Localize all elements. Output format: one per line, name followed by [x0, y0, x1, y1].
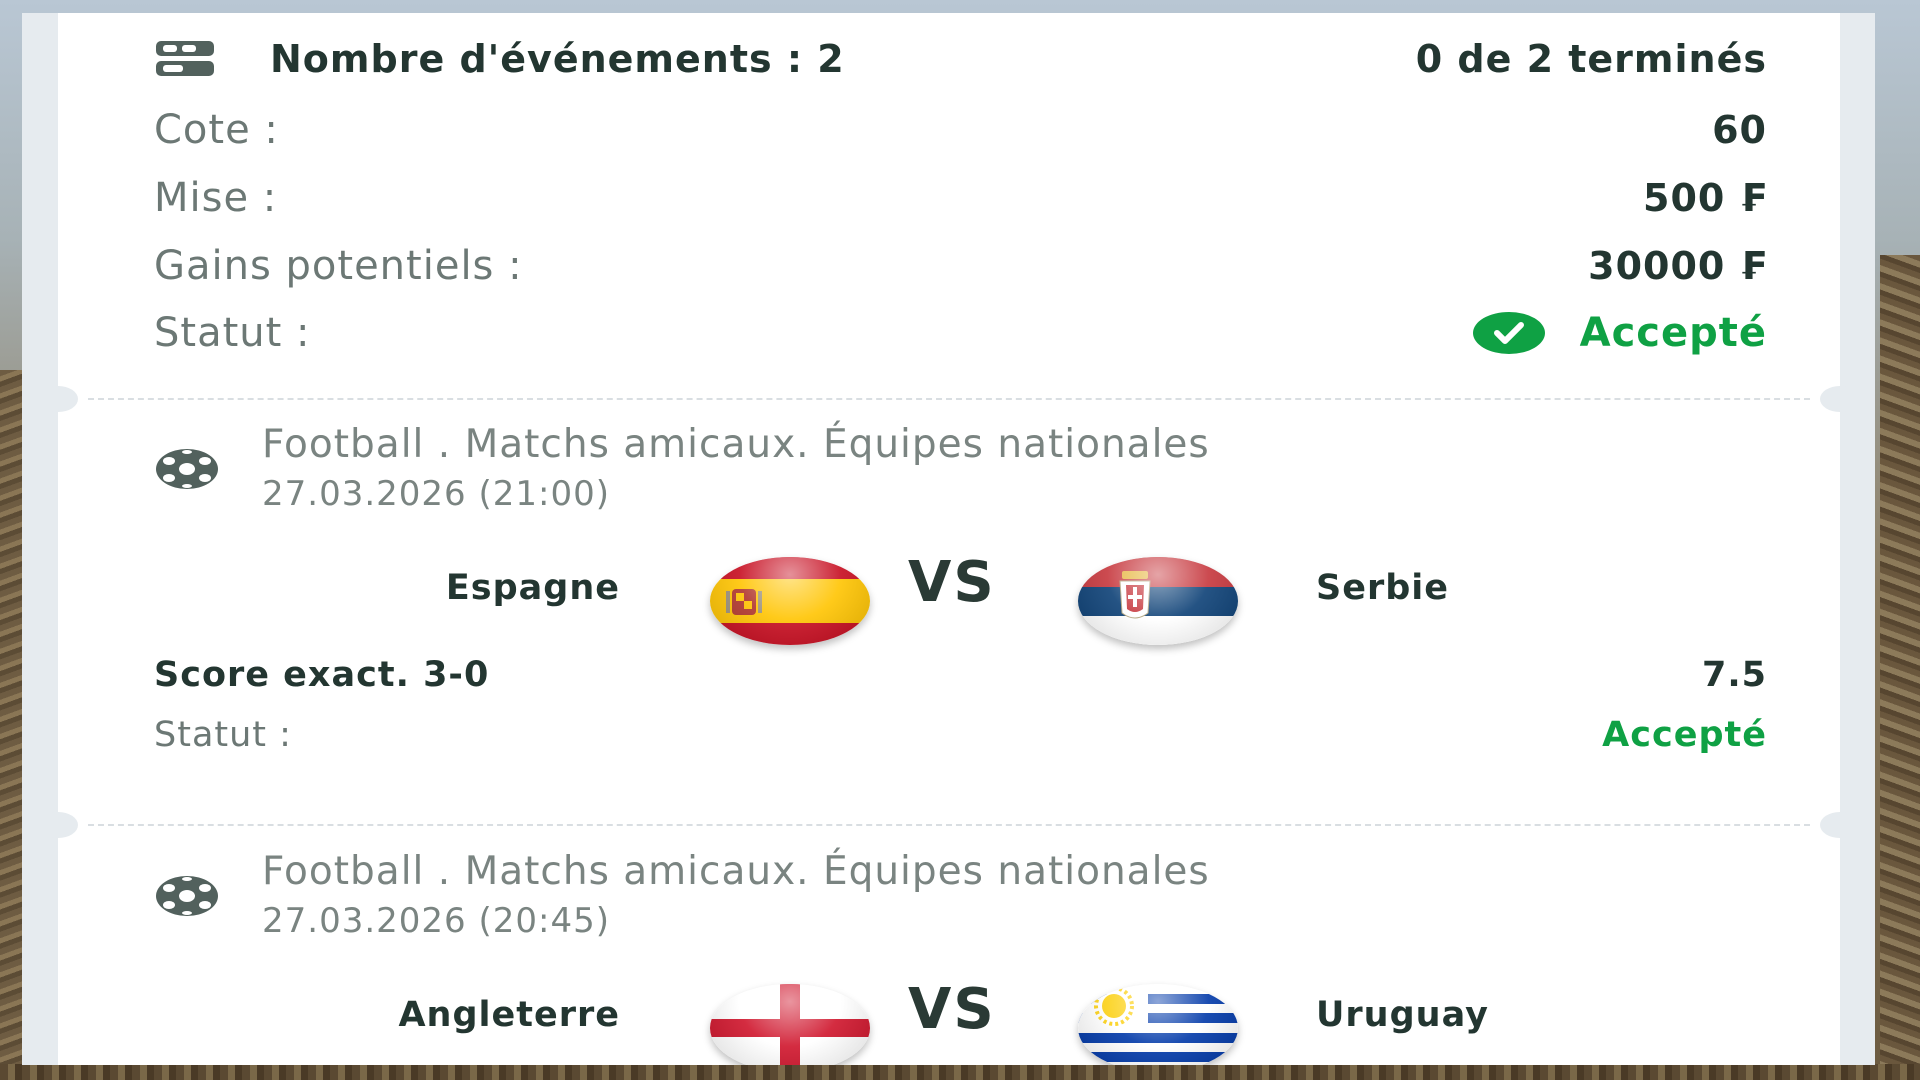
stake-label: Mise :: [154, 175, 278, 221]
home-team: Espagne: [445, 568, 620, 608]
event-status-row: Statut : Accepté: [154, 715, 1767, 755]
ticket-list-icon: [154, 39, 216, 79]
progress-count: 0 de 2 terminés: [1415, 37, 1767, 81]
odds-value: 60: [1712, 108, 1767, 152]
odds-row: Cote : 60: [154, 107, 1767, 153]
event-status-label: Statut :: [154, 715, 292, 755]
event-card[interactable]: Football . Matchs amicaux. Équipes natio…: [58, 830, 1840, 1065]
check-circle-icon: [1472, 311, 1546, 355]
bet-selection: Score exact. 3-0: [154, 655, 490, 695]
away-team: Serbie: [1316, 568, 1449, 608]
status-row: Statut : Accepté: [154, 310, 1767, 356]
away-team: Uruguay: [1316, 995, 1489, 1035]
events-count: Nombre d'événements : 2: [270, 37, 845, 81]
gains-label: Gains potentiels :: [154, 243, 523, 289]
stake-row: Mise : 500 ₣: [154, 175, 1767, 221]
spain-flag-icon: [710, 557, 870, 645]
event-header: Football . Matchs amicaux. Équipes natio…: [262, 852, 1210, 941]
gains-value: 30000 ₣: [1588, 244, 1767, 288]
event-datetime: 27.03.2026 (20:45): [262, 901, 610, 941]
bet-ticket: Nombre d'événements : 2 0 de 2 terminés …: [38, 13, 1860, 1065]
event-datetime: 27.03.2026 (21:00): [262, 474, 610, 514]
ticket-header: Nombre d'événements : 2 0 de 2 terminés: [154, 37, 1767, 81]
event-card[interactable]: Football . Matchs amicaux. Équipes natio…: [58, 403, 1840, 823]
screenshot-frame: Nombre d'événements : 2 0 de 2 terminés …: [22, 13, 1875, 1065]
event-header: Football . Matchs amicaux. Équipes natio…: [262, 425, 1210, 514]
bet-row: Score exact. 3-0 7.5: [154, 655, 1767, 695]
stake-value: 500 ₣: [1643, 176, 1767, 220]
gains-row: Gains potentiels : 30000 ₣: [154, 243, 1767, 289]
status-value: Accepté: [1579, 310, 1767, 356]
soccer-ball-icon: [154, 874, 220, 922]
background-right: [1880, 255, 1920, 1080]
event-league: Football . Matchs amicaux. Équipes natio…: [262, 849, 1210, 894]
vs-label: VS: [908, 550, 996, 615]
serbia-flag-icon: [1078, 557, 1238, 645]
uruguay-flag-icon: [1078, 984, 1238, 1065]
vs-label: VS: [908, 977, 996, 1042]
ticket-divider: [88, 398, 1810, 400]
ticket-divider: [88, 824, 1810, 826]
odds-label: Cote :: [154, 107, 279, 153]
home-team: Angleterre: [398, 995, 620, 1035]
bet-odds: 7.5: [1701, 655, 1767, 695]
background-bottom: [0, 1064, 1920, 1080]
status-label: Statut :: [154, 310, 311, 356]
event-league: Football . Matchs amicaux. Équipes natio…: [262, 422, 1210, 467]
event-status-value: Accepté: [1602, 715, 1767, 755]
soccer-ball-icon: [154, 447, 220, 495]
england-flag-icon: [710, 984, 870, 1065]
